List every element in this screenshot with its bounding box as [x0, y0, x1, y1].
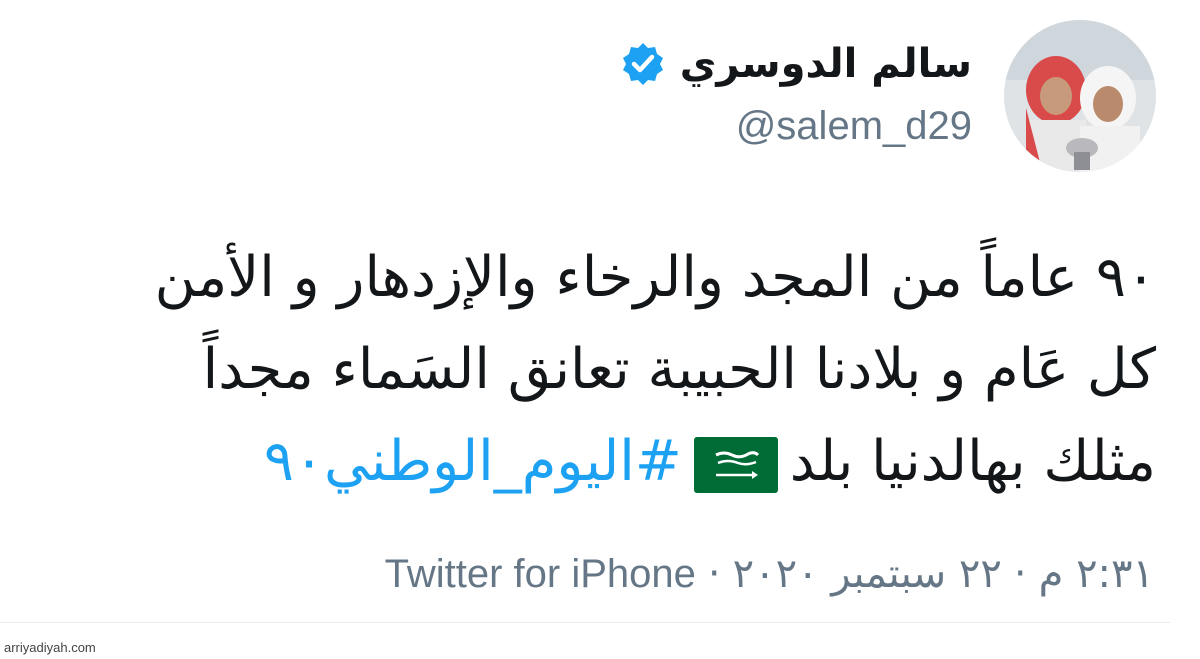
avatar[interactable]	[1004, 20, 1156, 172]
watermark: arriyadiyah.com	[4, 640, 96, 655]
saudi-flag-icon	[693, 436, 778, 493]
meta-separator-2: ·	[707, 551, 721, 597]
verified-badge-icon	[622, 43, 663, 85]
author-handle[interactable]: @salem_d29	[736, 100, 972, 152]
tweet-line-2: كل عَام و بلادنا الحبيبة تعانق السَماء م…	[202, 337, 1156, 402]
profile-photo-icon	[1004, 20, 1156, 172]
meta-separator-1: ·	[1013, 551, 1027, 597]
tweet-text: ٩٠ عاماً من المجد والرخاء والإزدهار و ال…	[0, 232, 1156, 508]
author-row: سالم الدوسري	[620, 36, 972, 92]
tweet-line-3-text: مثلك بهالدنيا بلد	[789, 429, 1156, 494]
tweet-date[interactable]: ٢٢ سبتمبر ٢٠٢٠	[733, 548, 1002, 600]
tweet-line-1: ٩٠ عاماً من المجد والرخاء والإزدهار و ال…	[154, 245, 1156, 310]
tweet-line-3: مثلك بهالدنيا بلد #اليوم_الوطني٩٠	[0, 416, 1156, 508]
tweet-card: سالم الدوسري @salem_d29 ٩٠ عاماً من المج…	[0, 0, 1200, 659]
tweet-source[interactable]: Twitter for iPhone	[385, 548, 696, 600]
divider	[0, 622, 1170, 623]
tweet-time[interactable]: ٢:٣١ م	[1039, 548, 1154, 600]
tweet-meta: ٢:٣١ م·٢٢ سبتمبر ٢٠٢٠·Twitter for iPhone	[385, 548, 1154, 600]
author-display-name[interactable]: سالم الدوسري	[680, 36, 972, 92]
hashtag-link[interactable]: #اليوم_الوطني٩٠	[264, 429, 682, 494]
